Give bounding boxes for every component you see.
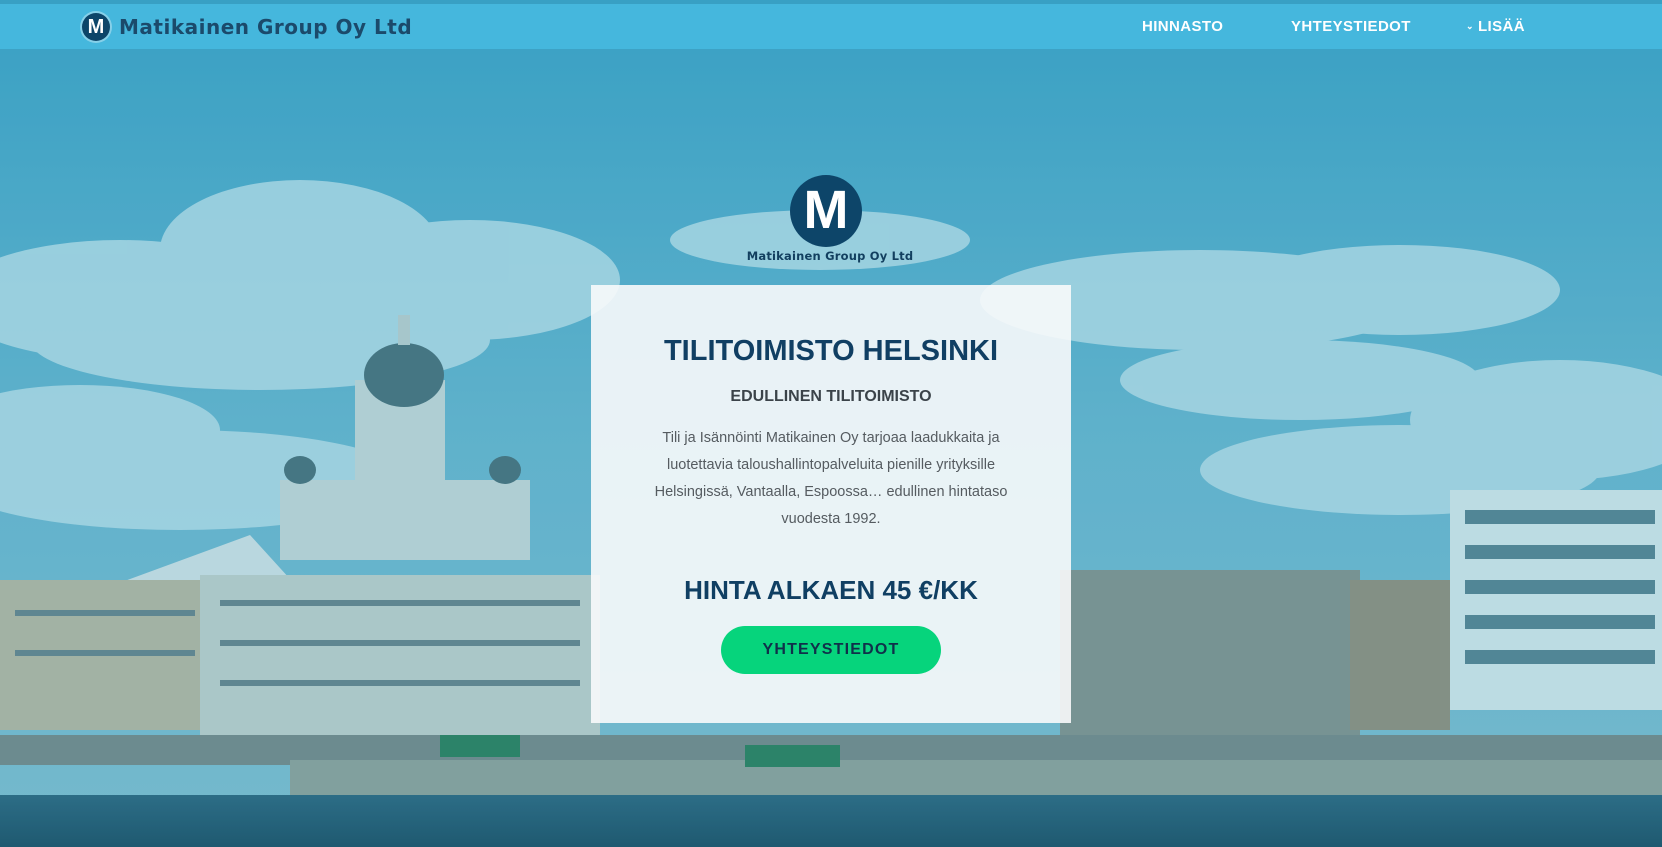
- nav-item-yhteystiedot[interactable]: YHTEYSTIEDOT: [1291, 4, 1411, 49]
- brand-logo-icon: M: [82, 13, 110, 41]
- price-heading: HINTA ALKAEN 45 €/KK: [684, 575, 978, 605]
- brand-name: Matikainen Group Oy Ltd: [119, 15, 413, 39]
- chevron-down-icon: ⌄: [1466, 21, 1474, 31]
- brand-link[interactable]: M Matikainen Group Oy Ltd: [82, 12, 412, 42]
- hero-description: Tili ja Isännöinti Matikainen Oy tarjoaa…: [654, 430, 1008, 527]
- nav-item-lisaa-label: LISÄÄ: [1477, 18, 1525, 35]
- page-subtitle: EDULLINEN TILITOIMISTO: [730, 388, 932, 405]
- nav-item-lisaa-dropdown[interactable]: ⌄ LISÄÄ: [1466, 4, 1525, 49]
- brand-logo-letter: M: [87, 15, 105, 38]
- contact-button[interactable]: YHTEYSTIEDOT: [721, 626, 941, 674]
- hero-logo-letter: M: [803, 180, 849, 240]
- site-header: M Matikainen Group Oy Ltd HINNASTO YHTEY…: [0, 4, 1662, 49]
- page-title: TILITOIMISTO HELSINKI: [663, 335, 999, 367]
- nav-item-yhteystiedot-label: YHTEYSTIEDOT: [1291, 18, 1411, 35]
- nav-item-hinnasto-label: HINNASTO: [1142, 18, 1224, 35]
- hero-card: TILITOIMISTO HELSINKI EDULLINEN TILITOIM…: [591, 285, 1071, 723]
- hero-logo-name: Matikainen Group Oy Ltd: [746, 249, 914, 263]
- nav-item-hinnasto[interactable]: HINNASTO: [1142, 4, 1223, 49]
- hero-logo-icon: M: [790, 175, 862, 247]
